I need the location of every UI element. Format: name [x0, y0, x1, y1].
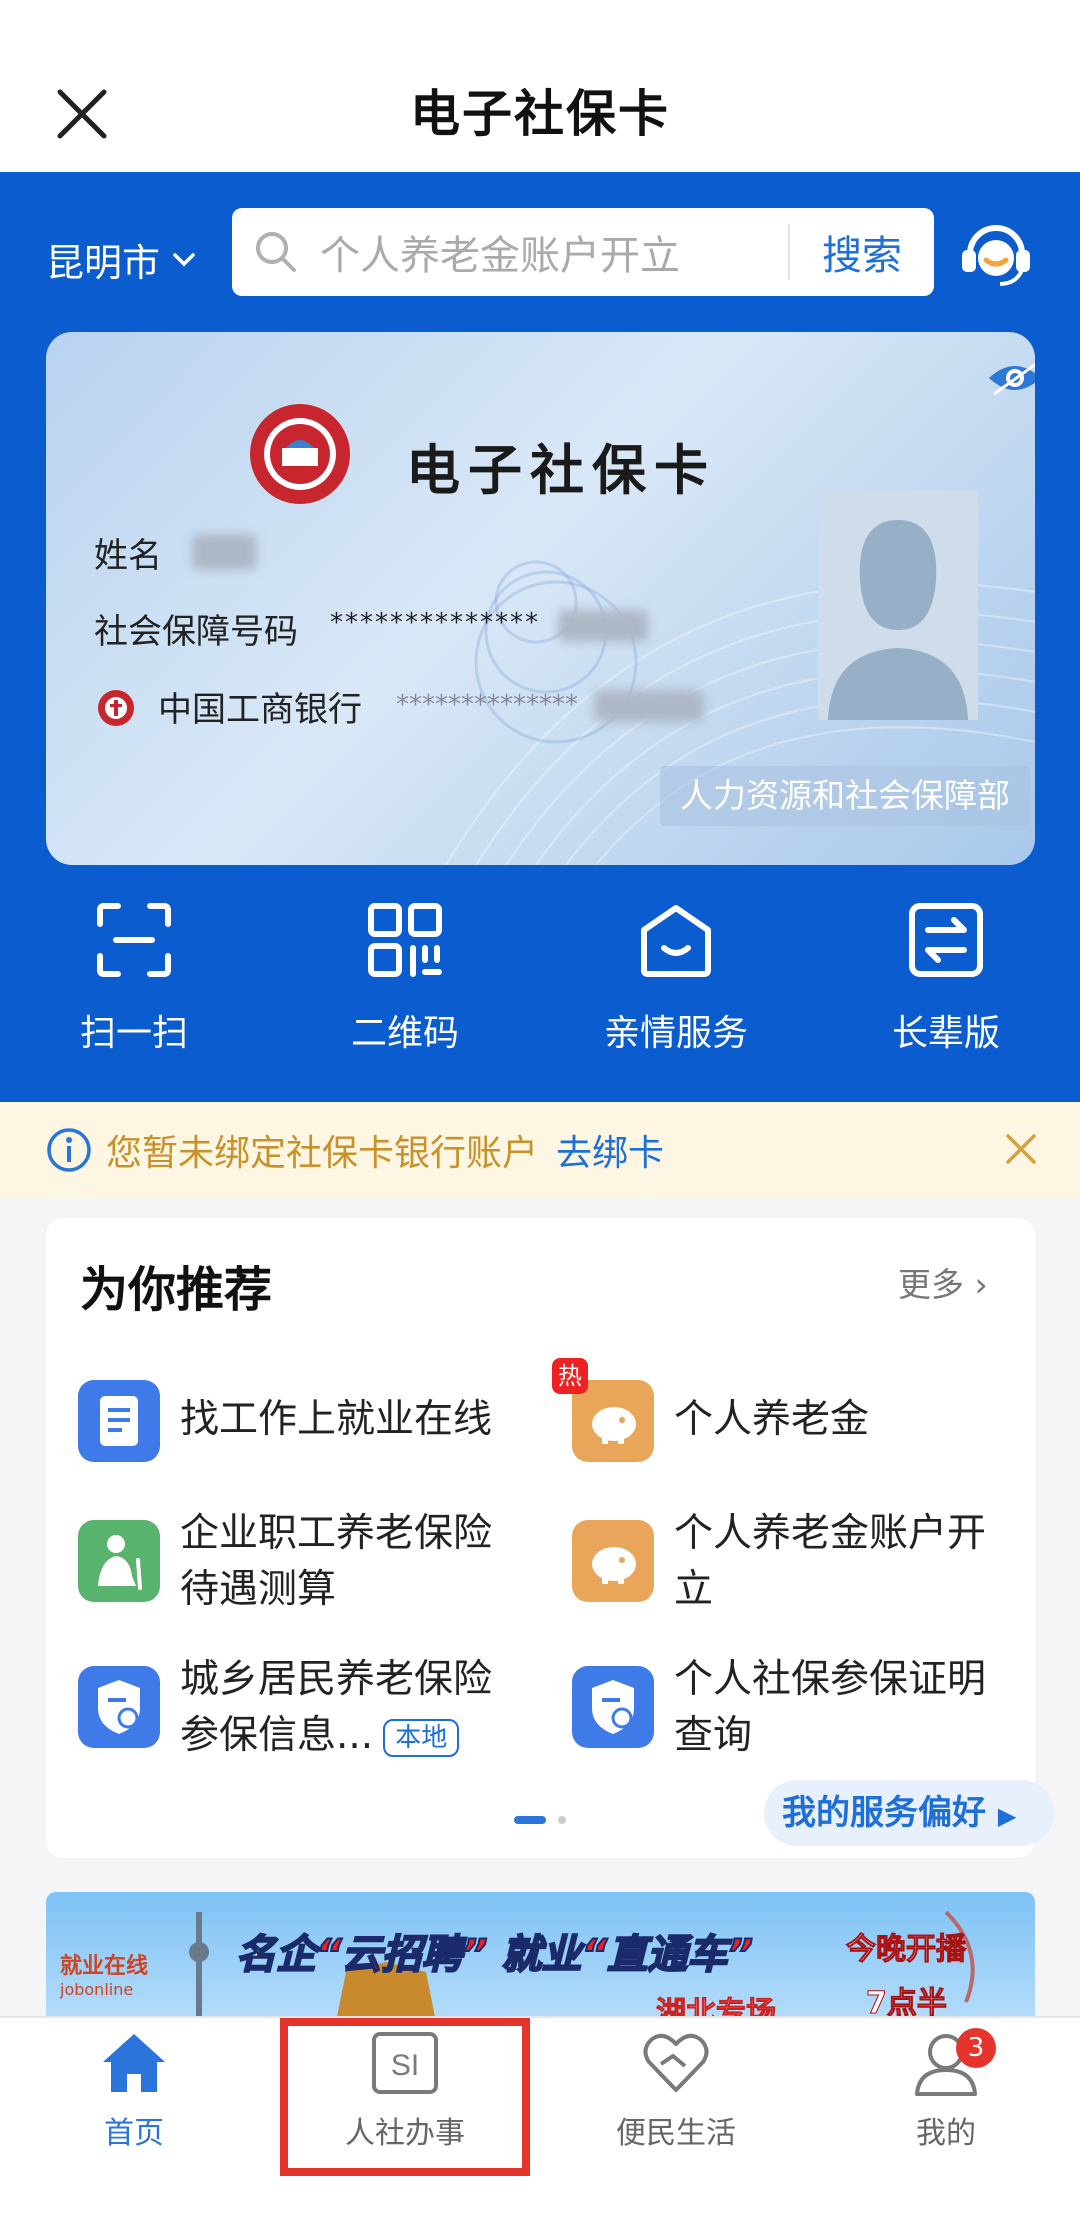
avatar — [818, 490, 978, 720]
heart-hand-icon — [643, 2033, 709, 2092]
icbc-logo-icon — [98, 690, 134, 726]
ssn-label: 社会保障号码 — [94, 612, 298, 652]
service-item-label: 城乡居民养老保险 — [180, 1657, 493, 1702]
elderly-person-icon — [78, 1520, 160, 1602]
scan-label: 扫一扫 — [79, 1013, 188, 1054]
service-item-resident-pension-info[interactable]: 城乡居民养老保险 参保信息... 本地 — [78, 1652, 492, 1764]
service-preference-button[interactable]: 我的服务偏好 ▶ — [764, 1780, 1054, 1846]
service-item-job-online[interactable]: 找工作上就业在线 — [78, 1380, 492, 1462]
search-input[interactable]: 个人养老金账户开立 — [320, 223, 788, 281]
chevron-down-icon — [173, 252, 195, 266]
family-service-icon — [641, 905, 711, 977]
banner-text-4: “直通车” — [580, 1931, 754, 1979]
family-service-label: 亲情服务 — [603, 1013, 748, 1054]
shield-search-icon — [78, 1666, 160, 1748]
hot-badge: 热 — [552, 1358, 588, 1394]
ssn-value: ************** — [330, 608, 540, 638]
service-item-label-line2: 参保信息... — [180, 1713, 374, 1758]
ministry-label: 人力资源和社会保障部 — [660, 766, 1030, 826]
banner-text-2: “云招聘” — [315, 1931, 489, 1979]
search-icon — [256, 232, 296, 272]
service-item-label-line2: 查询 — [674, 1713, 753, 1758]
bank-name: 中国工商银行 — [158, 690, 362, 730]
service-item-label: 个人养老金账户开 — [674, 1511, 987, 1556]
piggy-bank-icon — [572, 1520, 654, 1602]
page-title: 电子社保卡 — [410, 85, 670, 143]
bank-tail-blurred — [594, 690, 704, 722]
more-label: 更多 — [898, 1265, 964, 1304]
logo-subtext: jobonline — [60, 1980, 134, 1999]
elder-mode-label: 长辈版 — [891, 1013, 1000, 1054]
notification-badge: 3 — [956, 2028, 996, 2068]
service-item-pension-account-open[interactable]: 个人养老金账户开立 — [572, 1506, 986, 1618]
qrcode-button[interactable]: 二维码 — [295, 900, 515, 1056]
pager-dot — [558, 1816, 566, 1824]
scan-icon — [97, 903, 171, 977]
service-item-label: 个人社保参保证明 — [674, 1657, 987, 1702]
service-item-label: 个人养老金 — [674, 1397, 870, 1442]
close-icon[interactable] — [1004, 1132, 1038, 1166]
tab-mine[interactable]: 我的 — [836, 2030, 1056, 2152]
bank-account: ************** — [396, 690, 578, 720]
shield-search-icon — [572, 1666, 654, 1748]
tab-home[interactable]: 首页 — [24, 2030, 244, 2152]
city-label: 昆明市 — [46, 241, 161, 285]
highlight-box — [280, 2018, 530, 2176]
banner-text-3: 就业 — [500, 1931, 582, 1979]
banner-text-1: 名企 — [235, 1931, 317, 1979]
ssn-tail-blurred — [558, 610, 648, 642]
service-item-label-line2: 立 — [674, 1567, 714, 1612]
chevron-right-icon: › — [974, 1265, 988, 1304]
logo-text: 就业在线 — [60, 1954, 149, 1979]
person-silhouette-icon — [828, 520, 968, 720]
name-value-blurred — [192, 534, 256, 570]
preference-label: 我的服务偏好 — [782, 1793, 986, 1833]
social-security-card[interactable]: 电子社保卡 姓名 社会保障号码 ************** 中国工商银行 **… — [46, 332, 1035, 865]
jobonline-logo: 就业在线 jobonline — [60, 1948, 210, 1999]
notice-text: 您暂未绑定社保卡银行账户 — [106, 1133, 539, 1174]
recruitment-banner[interactable]: 就业在线 jobonline 名企“云招聘” 就业“直通车” 今晚开播 7点半 … — [46, 1892, 1035, 2022]
family-service-button[interactable]: 亲情服务 — [566, 900, 786, 1056]
triangle-right-icon: ▶ — [997, 1802, 1017, 1830]
banner-time: 今晚开播 — [846, 1932, 967, 1968]
eye-icon[interactable] — [986, 358, 1035, 398]
tab-mine-label: 我的 — [916, 2116, 976, 2151]
scan-button[interactable]: 扫一扫 — [24, 900, 244, 1056]
service-item-insurance-certificate[interactable]: 个人社保参保证明 查询 — [572, 1652, 986, 1764]
recommend-title: 为你推荐 — [80, 1262, 273, 1318]
qrcode-label: 二维码 — [350, 1013, 459, 1054]
customer-service-icon[interactable] — [956, 212, 1036, 292]
name-label: 姓名 — [94, 536, 162, 576]
pager-dot-active — [514, 1816, 546, 1824]
service-item-label: 找工作上就业在线 — [180, 1397, 493, 1442]
social-security-emblem-icon — [250, 404, 350, 504]
local-tag: 本地 — [383, 1718, 460, 1757]
tab-life-label: 便民生活 — [616, 2116, 736, 2151]
service-item-label-line2: 待遇测算 — [180, 1567, 337, 1612]
more-link[interactable]: 更多 › — [898, 1258, 988, 1306]
service-item-pension-calculator[interactable]: 企业职工养老保险 待遇测算 — [78, 1506, 492, 1618]
banner-headline: 名企“云招聘” 就业“直通车” — [235, 1922, 754, 1980]
elder-mode-button[interactable]: 长辈版 — [836, 900, 1056, 1056]
tab-life[interactable]: 便民生活 — [566, 2030, 786, 2152]
service-item-personal-pension[interactable]: 个人养老金 — [572, 1380, 869, 1462]
city-selector[interactable]: 昆明市 — [46, 232, 196, 287]
bind-card-notice: 您暂未绑定社保卡银行账户 去绑卡 — [0, 1102, 1080, 1198]
document-icon — [78, 1380, 160, 1462]
bind-card-link[interactable]: 去绑卡 — [556, 1124, 664, 1176]
search-bar[interactable]: 个人养老金账户开立 搜索 — [232, 208, 934, 296]
service-item-label: 企业职工养老保险 — [180, 1511, 493, 1556]
qrcode-icon — [368, 903, 442, 977]
elder-mode-icon — [909, 903, 983, 977]
tab-home-label: 首页 — [104, 2116, 164, 2151]
info-icon — [47, 1128, 91, 1172]
search-button[interactable]: 搜索 — [790, 223, 934, 281]
card-title: 电子社保卡 — [406, 438, 716, 502]
home-icon — [103, 2034, 165, 2092]
